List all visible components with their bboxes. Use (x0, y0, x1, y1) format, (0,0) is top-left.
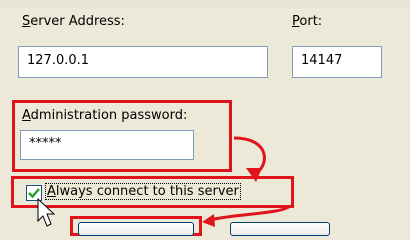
red-arrow-icon (233, 136, 266, 182)
annotation-overlay (37, 136, 292, 227)
red-arrow-icon (202, 204, 292, 227)
mouse-pointer-icon (37, 197, 56, 227)
